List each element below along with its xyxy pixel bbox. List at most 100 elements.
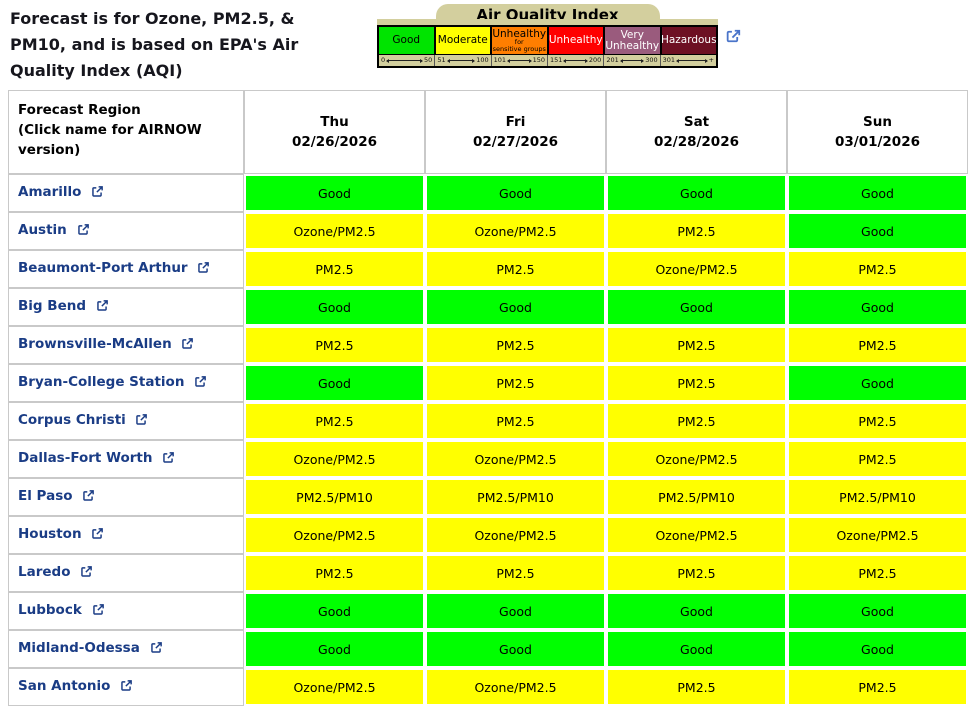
aqi-range-max: 50 <box>424 57 432 64</box>
aqi-range-arrow <box>564 60 586 61</box>
region-link[interactable]: Amarillo <box>18 184 81 200</box>
external-link-icon[interactable] <box>193 262 211 278</box>
table-row-midland-odessa: Midland-Odessa GoodGoodGoodGood <box>8 630 968 668</box>
aqi-range-max: + <box>709 57 714 64</box>
region-link[interactable]: Austin <box>18 222 67 238</box>
forecast-cell-moderate: Ozone/PM2.5 <box>606 440 787 478</box>
page-title-line: Quality Index (AQI) <box>10 58 380 84</box>
forecast-cell-good: Good <box>787 630 968 668</box>
forecast-cell-moderate: Ozone/PM2.5 <box>425 668 606 706</box>
aqi-range-arrow <box>387 60 422 61</box>
region-link[interactable]: Beaumont-Port Arthur <box>18 260 188 276</box>
forecast-cell-moderate: PM2.5 <box>425 554 606 592</box>
aqi-category-sublabel: sensitive groups <box>493 46 546 53</box>
forecast-cell-good: Good <box>787 288 968 326</box>
external-link-icon[interactable] <box>75 566 93 582</box>
external-link-icon[interactable] <box>72 224 90 240</box>
forecast-cell-good: Good <box>606 630 787 668</box>
forecast-cell-moderate: PM2.5/PM10 <box>425 478 606 516</box>
aqi-range-arrow <box>508 60 530 61</box>
forecast-cell-good: Good <box>244 174 425 212</box>
aqi-range-max: 100 <box>476 57 488 64</box>
aqi-category-unhealthy: Unhealthy forsensitive groups <box>490 27 547 54</box>
aqi-category-hazardous: Hazardous <box>660 27 717 54</box>
table-row-austin: Austin Ozone/PM2.5Ozone/PM2.5PM2.5Good <box>8 212 968 250</box>
external-link-icon[interactable] <box>725 28 742 45</box>
forecast-cell-moderate: Ozone/PM2.5 <box>606 516 787 554</box>
forecast-cell-moderate: PM2.5 <box>787 326 968 364</box>
external-link-icon[interactable] <box>87 528 105 544</box>
external-link-icon[interactable] <box>115 680 133 696</box>
region-link[interactable]: Bryan-College Station <box>18 374 184 390</box>
aqi-legend-titlebar: Air Quality Index <box>377 4 718 25</box>
forecast-cell-moderate: PM2.5/PM10 <box>244 478 425 516</box>
forecast-cell-moderate: PM2.5 <box>606 212 787 250</box>
aqi-scale: 05051100101150151200201300301+ <box>379 54 716 66</box>
forecast-cell-moderate: PM2.5/PM10 <box>787 478 968 516</box>
table-row-el-paso: El Paso PM2.5/PM10PM2.5/PM10PM2.5/PM10PM… <box>8 478 968 516</box>
region-column-header-line: (Click name for AIRNOW version) <box>18 120 239 160</box>
external-link-icon[interactable] <box>91 300 109 316</box>
table-row-san-antonio: San Antonio Ozone/PM2.5Ozone/PM2.5PM2.5P… <box>8 668 968 706</box>
forecast-cell-good: Good <box>787 212 968 250</box>
region-column-header-line: Forecast Region <box>18 100 239 120</box>
forecast-cell-moderate: Ozone/PM2.5 <box>787 516 968 554</box>
external-link-icon[interactable] <box>177 338 195 354</box>
column-header-sun: Sun 03/01/2026 <box>787 90 968 174</box>
external-link-icon[interactable] <box>87 604 105 620</box>
aqi-range-arrow <box>448 60 475 61</box>
table-header-row: Forecast Region (Click name for AIRNOW v… <box>8 90 968 174</box>
aqi-range-max: 150 <box>533 57 545 64</box>
external-link-icon[interactable] <box>158 452 176 468</box>
region-link[interactable]: Lubbock <box>18 602 82 618</box>
forecast-cell-good: Good <box>787 592 968 630</box>
aqi-category-label: Moderate <box>438 35 488 46</box>
external-link-icon[interactable] <box>145 642 163 658</box>
forecast-cell-good: Good <box>244 592 425 630</box>
forecast-cell-moderate: PM2.5 <box>244 402 425 440</box>
forecast-cell-moderate: PM2.5 <box>606 668 787 706</box>
region-link[interactable]: Corpus Christi <box>18 412 126 428</box>
external-link-icon[interactable] <box>189 376 207 392</box>
page-title-line: Forecast is for Ozone, PM2.5, & <box>10 6 380 32</box>
table-row-houston: Houston Ozone/PM2.5Ozone/PM2.5Ozone/PM2.… <box>8 516 968 554</box>
region-cell: Midland-Odessa <box>8 630 244 668</box>
aqi-category-label: Very Unhealthy <box>605 30 660 51</box>
forecast-cell-moderate: Ozone/PM2.5 <box>244 212 425 250</box>
table-row-amarillo: Amarillo GoodGoodGoodGood <box>8 174 968 212</box>
aqi-range-min: 151 <box>550 57 562 64</box>
aqi-scale-segment-unhealthy: 151200 <box>547 55 603 66</box>
forecast-cell-moderate: PM2.5 <box>244 250 425 288</box>
region-link[interactable]: Laredo <box>18 564 70 580</box>
region-link[interactable]: Houston <box>18 526 82 542</box>
aqi-legend-graphic: Air Quality Index Good Moderate Unhealth… <box>377 4 718 68</box>
aqi-category-moderate: Moderate <box>434 27 491 54</box>
aqi-scale-segment-hazardous: 301+ <box>660 55 716 66</box>
external-link-icon[interactable] <box>131 414 149 430</box>
forecast-cell-good: Good <box>425 592 606 630</box>
region-link[interactable]: El Paso <box>18 488 73 504</box>
region-cell: Brownsville-McAllen <box>8 326 244 364</box>
aqi-category-very-unhealthy: Very Unhealthy <box>603 27 660 54</box>
aqi-range-arrow <box>621 60 643 61</box>
forecast-cell-good: Good <box>606 174 787 212</box>
forecast-cell-good: Good <box>425 288 606 326</box>
external-link-icon[interactable] <box>78 490 96 506</box>
external-link-icon[interactable] <box>86 186 104 202</box>
region-cell: Corpus Christi <box>8 402 244 440</box>
region-link[interactable]: Brownsville-McAllen <box>18 336 172 352</box>
forecast-cell-moderate: PM2.5 <box>606 364 787 402</box>
region-link[interactable]: Dallas-Fort Worth <box>18 450 153 466</box>
aqi-category-good: Good <box>379 27 434 54</box>
column-header-fri: Fri 02/27/2026 <box>425 90 606 174</box>
forecast-cell-moderate: Ozone/PM2.5 <box>244 440 425 478</box>
region-cell: Bryan-College Station <box>8 364 244 402</box>
region-link[interactable]: Midland-Odessa <box>18 640 140 656</box>
forecast-cell-moderate: Ozone/PM2.5 <box>244 516 425 554</box>
forecast-cell-moderate: PM2.5 <box>244 326 425 364</box>
table-row-laredo: Laredo PM2.5PM2.5PM2.5PM2.5 <box>8 554 968 592</box>
table-row-big-bend: Big Bend GoodGoodGoodGood <box>8 288 968 326</box>
table-row-lubbock: Lubbock GoodGoodGoodGood <box>8 592 968 630</box>
region-link[interactable]: San Antonio <box>18 678 110 694</box>
region-link[interactable]: Big Bend <box>18 298 86 314</box>
